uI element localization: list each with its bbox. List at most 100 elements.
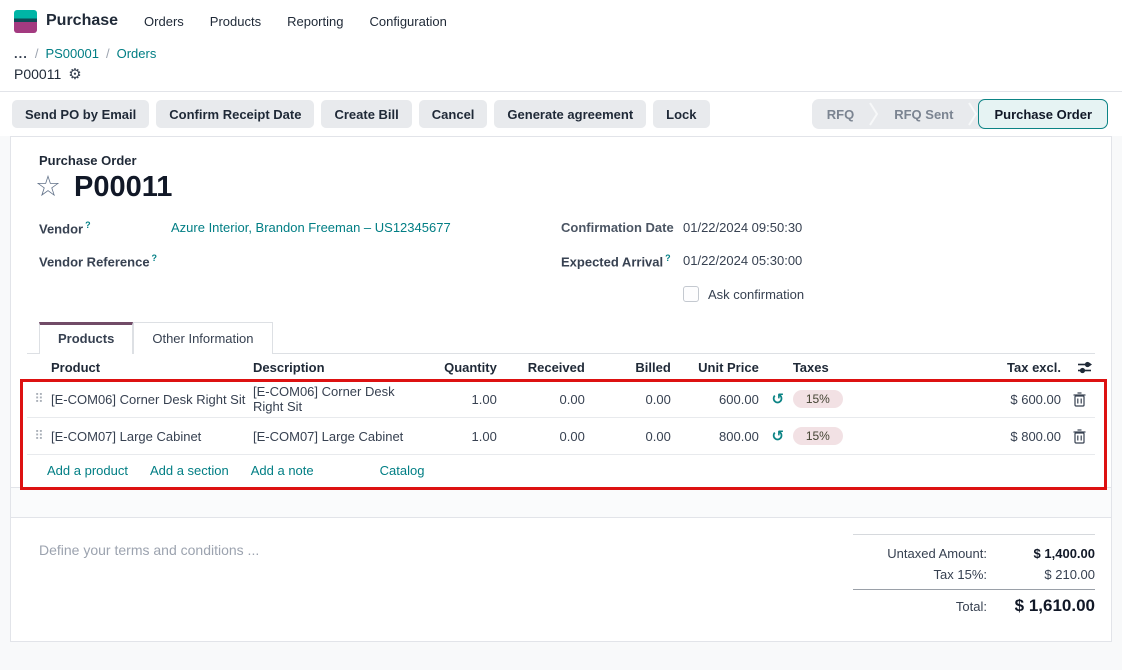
help-icon: ?	[85, 220, 91, 230]
add-a-section-link[interactable]: Add a section	[150, 463, 229, 478]
section-divider	[11, 487, 1111, 518]
status-bar: RFQ RFQ Sent Purchase Order	[812, 99, 1108, 129]
form-sheet: Purchase Order ☆ P00011 Vendor? Azure In…	[10, 136, 1112, 642]
field-group: Vendor? Azure Interior, Brandon Freeman …	[27, 220, 1095, 302]
cell-received[interactable]: 0.00	[501, 429, 589, 444]
add-a-product-link[interactable]: Add a product	[47, 463, 128, 478]
app-name: Purchase	[46, 12, 118, 30]
cell-tax-excl: $ 600.00	[921, 392, 1065, 407]
tab-products[interactable]: Products	[39, 322, 133, 354]
status-step-rfq-sent[interactable]: RFQ Sent	[879, 99, 968, 129]
untaxed-amount-value: $ 1,400.00	[987, 546, 1095, 561]
totals-block: Untaxed Amount: $ 1,400.00 Tax 15%: $ 21…	[853, 534, 1095, 619]
create-bill-button[interactable]: Create Bill	[321, 100, 411, 128]
table-row[interactable]: ⠿ [E-COM06] Corner Desk Right Sit [E-COM…	[27, 381, 1095, 418]
nav-products[interactable]: Products	[210, 14, 261, 29]
help-icon: ?	[665, 253, 671, 263]
cell-description[interactable]: [E-COM06] Corner Desk Right Sit	[253, 384, 419, 414]
column-received[interactable]: Received	[501, 360, 589, 375]
app-brand[interactable]: Purchase	[14, 10, 118, 33]
column-tax-excl[interactable]: Tax excl.	[921, 360, 1065, 375]
cell-description[interactable]: [E-COM07] Large Cabinet	[253, 429, 419, 444]
tax-badge[interactable]: 15%	[793, 427, 843, 445]
column-taxes[interactable]: Taxes	[793, 360, 921, 375]
column-description[interactable]: Description	[253, 360, 419, 375]
cell-unit-price[interactable]: 800.00	[675, 429, 763, 444]
expected-arrival-label: Expected Arrival?	[561, 253, 683, 269]
drag-handle-icon[interactable]: ⠿	[27, 428, 51, 444]
order-lines-table: Product Description Quantity Received Bi…	[27, 354, 1095, 487]
terms-and-conditions-input[interactable]: Define your terms and conditions ...	[39, 542, 259, 619]
top-navbar: Purchase Orders Products Reporting Confi…	[0, 0, 1122, 42]
generate-agreement-button[interactable]: Generate agreement	[494, 100, 646, 128]
document-type-label: Purchase Order	[27, 153, 1095, 168]
help-icon: ?	[152, 253, 158, 263]
breadcrumb-link-orders[interactable]: Orders	[117, 46, 157, 61]
chevron-right-icon	[968, 99, 978, 129]
ask-confirmation-label: Ask confirmation	[708, 287, 804, 302]
status-step-purchase-order[interactable]: Purchase Order	[978, 99, 1108, 129]
table-header-row: Product Description Quantity Received Bi…	[27, 354, 1095, 381]
drag-handle-icon[interactable]: ⠿	[27, 391, 51, 407]
column-product[interactable]: Product	[51, 360, 253, 375]
total-value: $ 1,610.00	[987, 596, 1095, 616]
table-footer-links: Add a product Add a section Add a note C…	[27, 455, 1095, 487]
column-quantity[interactable]: Quantity	[419, 360, 501, 375]
cell-unit-price[interactable]: 600.00	[675, 392, 763, 407]
column-billed[interactable]: Billed	[589, 360, 675, 375]
action-bar: Send PO by Email Confirm Receipt Date Cr…	[0, 91, 1122, 136]
cell-taxes[interactable]: 15%	[793, 427, 921, 445]
vendor-value[interactable]: Azure Interior, Brandon Freeman – US1234…	[171, 220, 451, 235]
lock-button[interactable]: Lock	[653, 100, 709, 128]
cell-quantity[interactable]: 1.00	[419, 392, 501, 407]
nav-configuration[interactable]: Configuration	[369, 14, 446, 29]
cell-billed[interactable]: 0.00	[589, 392, 675, 407]
tax-value: $ 210.00	[987, 567, 1095, 582]
cell-received[interactable]: 0.00	[501, 392, 589, 407]
cell-taxes[interactable]: 15%	[793, 390, 921, 408]
column-unit-price[interactable]: Unit Price	[675, 360, 763, 375]
price-history-icon[interactable]: ↺	[763, 427, 793, 445]
breadcrumb-link-ps00001[interactable]: PS00001	[45, 46, 99, 61]
breadcrumb-separator: /	[106, 46, 110, 61]
price-history-icon[interactable]: ↺	[763, 390, 793, 408]
total-label: Total:	[956, 599, 987, 614]
tab-other-information[interactable]: Other Information	[133, 322, 272, 354]
confirm-receipt-date-button[interactable]: Confirm Receipt Date	[156, 100, 314, 128]
notebook-tabs: Products Other Information	[27, 322, 1095, 354]
action-buttons: Send PO by Email Confirm Receipt Date Cr…	[12, 100, 710, 128]
cell-product[interactable]: [E-COM06] Corner Desk Right Sit	[51, 392, 253, 407]
tax-badge[interactable]: 15%	[793, 390, 843, 408]
confirmation-date-label: Confirmation Date	[561, 220, 683, 235]
cancel-button[interactable]: Cancel	[419, 100, 488, 128]
favorite-star-icon[interactable]: ☆	[35, 173, 61, 202]
add-a-note-link[interactable]: Add a note	[251, 463, 314, 478]
ask-confirmation-checkbox[interactable]	[683, 286, 699, 302]
chevron-right-icon	[869, 99, 879, 129]
form-view: Purchase Order ☆ P00011 Vendor? Azure In…	[0, 136, 1122, 664]
page-title: P00011	[74, 171, 172, 204]
breadcrumb-ellipsis[interactable]: ...	[14, 46, 28, 61]
nav-orders[interactable]: Orders	[144, 14, 184, 29]
breadcrumb-separator: /	[35, 46, 39, 61]
catalog-link[interactable]: Catalog	[380, 463, 425, 478]
purchase-app-icon	[14, 10, 37, 33]
send-po-by-email-button[interactable]: Send PO by Email	[12, 100, 149, 128]
table-row[interactable]: ⠿ [E-COM07] Large Cabinet [E-COM07] Larg…	[27, 418, 1095, 455]
breadcrumb: ... / PS00001 / Orders P00011 ⚙	[0, 42, 1122, 91]
breadcrumb-current: P00011	[14, 66, 61, 82]
cell-tax-excl: $ 800.00	[921, 429, 1065, 444]
cell-product[interactable]: [E-COM07] Large Cabinet	[51, 429, 253, 444]
untaxed-amount-label: Untaxed Amount:	[887, 546, 987, 561]
trash-icon[interactable]	[1065, 392, 1095, 407]
status-step-rfq[interactable]: RFQ	[812, 99, 869, 129]
nav-reporting[interactable]: Reporting	[287, 14, 343, 29]
tax-label: Tax 15%:	[934, 567, 987, 582]
cell-billed[interactable]: 0.00	[589, 429, 675, 444]
trash-icon[interactable]	[1065, 429, 1095, 444]
gear-icon[interactable]: ⚙	[68, 65, 81, 83]
expected-arrival-value[interactable]: 01/22/2024 05:30:00	[683, 253, 802, 268]
confirmation-date-value[interactable]: 01/22/2024 09:50:30	[683, 220, 802, 235]
cell-quantity[interactable]: 1.00	[419, 429, 501, 444]
optional-columns-icon[interactable]	[1065, 361, 1095, 374]
